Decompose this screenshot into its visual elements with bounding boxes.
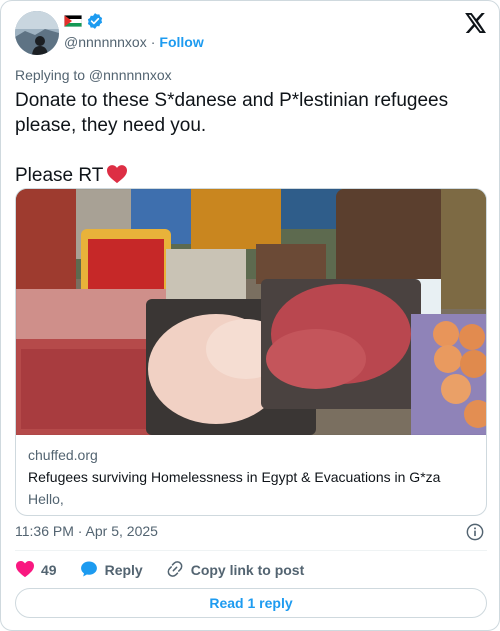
link-preview-image[interactable] — [16, 189, 486, 435]
tweet-timestamp[interactable]: 11:36 PM · Apr 5, 2025 — [15, 523, 158, 539]
like-count: 49 — [41, 562, 57, 578]
tweet-text-gap — [15, 138, 485, 163]
link-description: Hello, — [28, 491, 64, 507]
divider — [15, 550, 487, 551]
info-icon[interactable] — [466, 523, 484, 546]
avatar[interactable] — [15, 11, 59, 55]
link-preview-card[interactable]: chuffed.org Refugees surviving Homelessn… — [15, 188, 487, 516]
author-handle[interactable]: @nnnnnnxox — [64, 34, 147, 50]
link-title: Refugees surviving Homelessness in Egypt… — [28, 469, 441, 485]
reply-bubble-icon — [79, 559, 99, 582]
red-heart-emoji-icon — [106, 164, 128, 191]
tweet-header: @nnnnnnxox · Follow — [15, 11, 487, 57]
handle-separator: · — [150, 34, 156, 50]
follow-button[interactable]: Follow — [159, 34, 203, 50]
reply-button[interactable]: Reply — [79, 559, 143, 582]
replying-to[interactable]: Replying to @nnnnnnxox — [15, 67, 172, 83]
tweet-rt-text: Please RT — [15, 165, 104, 186]
like-button[interactable]: 49 — [15, 560, 57, 581]
author-handle-row: @nnnnnnxox · Follow — [64, 34, 204, 50]
tweet-actions: 49 Reply Copy link to post — [15, 559, 326, 581]
copy-link-button[interactable]: Copy link to post — [165, 559, 305, 582]
link-icon — [165, 559, 185, 582]
link-domain: chuffed.org — [28, 447, 98, 463]
tweet-text: Donate to these S*danese and P*lestinian… — [15, 88, 485, 191]
tweet-embed-card: @nnnnnnxox · Follow Replying to @nnnnnnx… — [0, 0, 500, 631]
heart-icon — [15, 560, 35, 581]
palestine-flag-icon — [64, 14, 82, 32]
tweet-text-line: please, they need you. — [15, 115, 207, 136]
author-name-row — [64, 12, 104, 35]
x-logo-icon[interactable] — [465, 13, 487, 38]
link-preview-meta: chuffed.org Refugees surviving Homelessn… — [28, 445, 478, 509]
tweet-text-line: Donate to these S*danese and P*lestinian… — [15, 90, 449, 111]
read-replies-button[interactable]: Read 1 reply — [15, 588, 487, 618]
reply-label: Reply — [104, 562, 143, 578]
tweet-text-line-rt: Please RT — [15, 163, 485, 191]
verified-badge-icon — [86, 12, 104, 35]
copy-link-label: Copy link to post — [190, 562, 305, 578]
